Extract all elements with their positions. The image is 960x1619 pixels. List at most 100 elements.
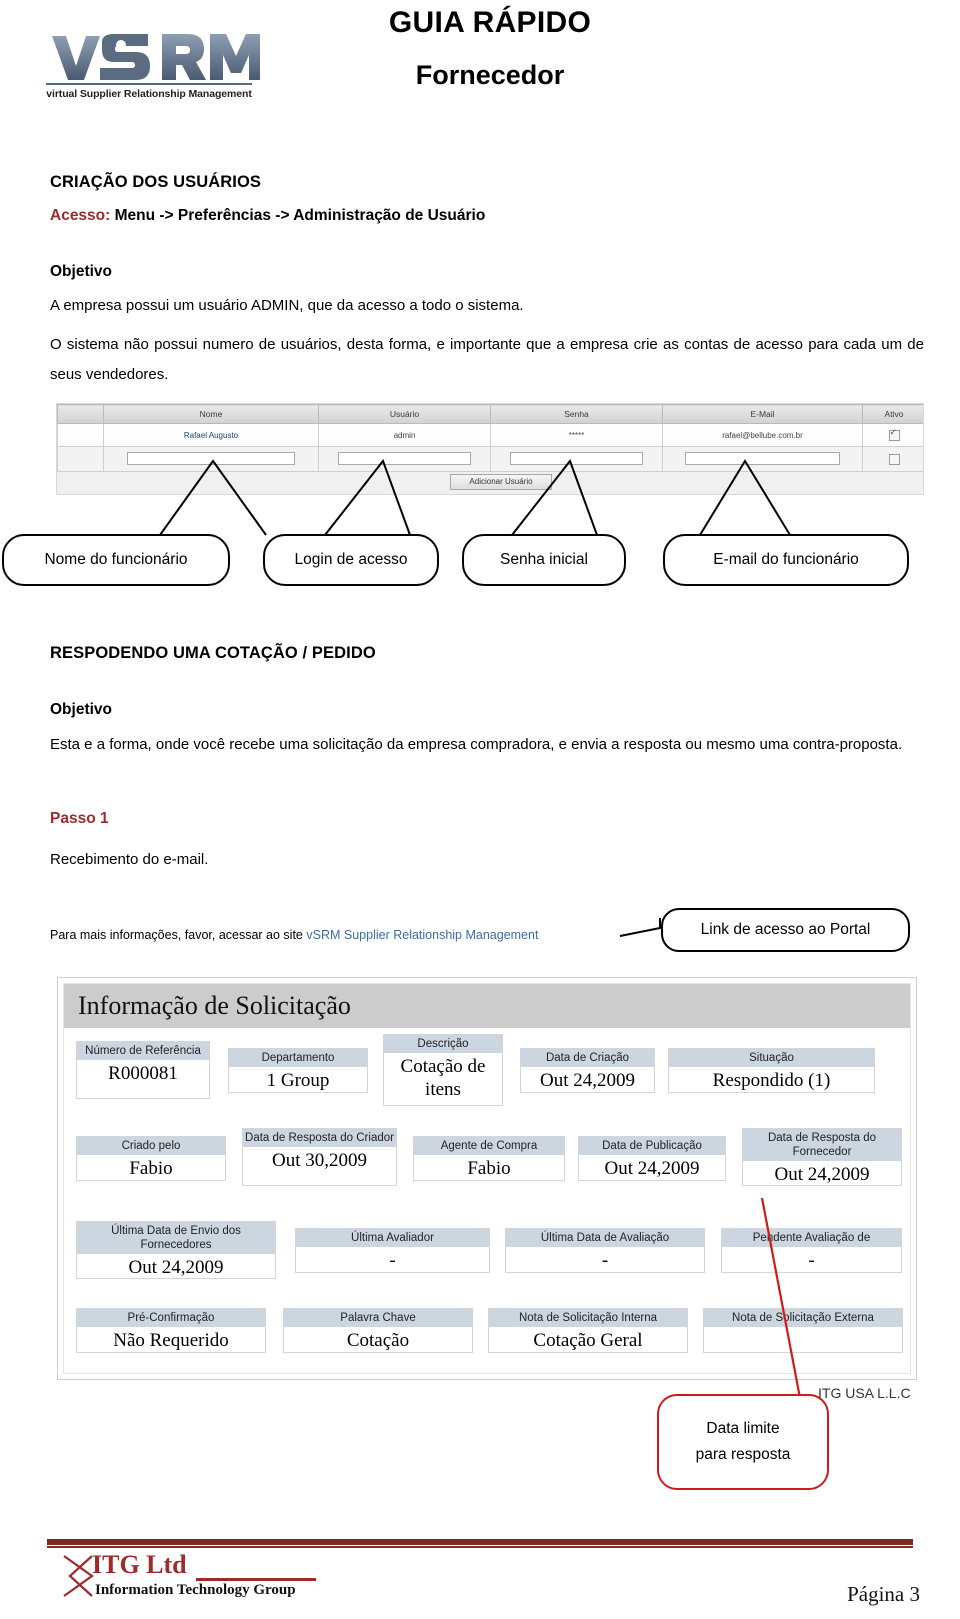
callout-nome-label: Nome do funcionário [44,551,188,568]
field-criado-pelo-value: Fabio [129,1158,173,1179]
cell-ativo[interactable] [862,423,923,447]
col-email: E-Mail [662,404,863,424]
panel-title: Informação de Solicitação [64,984,910,1028]
user-admin-screenshot: Nome Usuário Senha E-Mail Ativo Rafael A… [56,403,924,495]
document-title: GUIA RÁPIDO [388,6,592,39]
input-nome-cell[interactable] [103,446,319,472]
email-input[interactable] [684,451,841,465]
field-palavra-chave: Palavra Chave Cotação [283,1308,473,1353]
input-ativo-cell[interactable] [862,446,923,472]
field-data-resposta-criador: Data de Resposta do Criador Out 30,2009 [242,1128,397,1186]
field-pre-confirmacao-value: Não Requerido [113,1330,229,1351]
field-palavra-chave-label: Palavra Chave [284,1309,472,1327]
solicitacao-panel: Informação de Solicitação Número de Refe… [57,977,917,1380]
watermark-itg-usa: ITG USA L.L.C [818,1385,911,1401]
field-ultima-data-envio: Última Data de Envio dos Fornecedores Ou… [76,1221,276,1279]
step-label: Passo 1 [50,810,109,827]
section1-paragraph-1: A empresa possui um usuário ADMIN, que d… [50,297,524,314]
nome-input[interactable] [127,451,295,465]
document-subtitle: Fornecedor [415,60,565,90]
field-data-publicacao-label: Data de Publicação [579,1137,725,1155]
field-ultima-avaliador-label: Última Avaliador [296,1229,489,1247]
add-user-button[interactable]: Adicionar Usuário [450,474,552,490]
callout-nome-funcionario: Nome do funcionário [2,534,230,586]
objective-label-1: Objetivo [50,263,113,280]
email-info-line: Para mais informações, favor, acessar ao… [50,928,538,942]
table-header-row: Nome Usuário Senha E-Mail Ativo [57,404,923,424]
callout-senha-inicial: Senha inicial [462,534,626,586]
callout-login-label: Login de acesso [294,551,408,568]
field-numero-referencia-label: Número de Referência [77,1042,209,1060]
field-numero-referencia-value: R000081 [108,1063,178,1084]
usuario-input[interactable] [337,451,472,465]
field-data-criacao-label: Data de Criação [521,1049,654,1067]
callout-senha-label: Senha inicial [500,551,588,568]
document-page: virtual Supplier Relationship Management… [0,0,960,1619]
callout-login-acesso: Login de acesso [263,534,439,586]
input-email-cell[interactable] [662,446,863,472]
field-agente-compra-value: Fabio [467,1158,511,1179]
callout-link-portal: Link de acesso ao Portal [661,908,910,952]
field-data-resposta-criador-value: Out 30,2009 [272,1150,367,1171]
callout-email-funcionario: E-mail do funcionário [663,534,909,586]
field-data-criacao-value: Out 24,2009 [540,1070,635,1091]
footer-rule-thin [47,1546,913,1548]
callout-data-limite-line2: para resposta [695,1446,791,1463]
section-heading-criacao: CRIAÇÃO DOS USUÁRIOS [50,173,262,191]
col-ativo: Ativo [862,404,923,424]
field-data-resposta-fornecedor-label: Data de Resposta do Fornecedor [743,1129,901,1161]
row-selector-cell[interactable] [57,423,104,447]
field-situacao-label: Situação [669,1049,874,1067]
objective-label-2: Objetivo [50,701,113,718]
vsrm-logo: virtual Supplier Relationship Management [38,22,260,108]
input-usuario-cell[interactable] [318,446,491,472]
senha-input[interactable] [509,451,644,465]
callout-email-label: E-mail do funcionário [713,551,859,568]
field-palavra-chave-value: Cotação [346,1330,410,1351]
field-numero-referencia: Número de Referência R000081 [76,1041,210,1099]
new-user-input-row[interactable] [57,446,923,472]
field-departamento-value: 1 Group [266,1070,330,1091]
section-heading-respondendo: RESPODENDO UMA COTAÇÃO / PEDIDO [50,644,376,662]
field-nota-solicitacao-externa-value [704,1327,902,1329]
field-nota-solicitacao-interna: Nota de Solicitação Interna Cotação Gera… [488,1308,688,1353]
footer-company-subtitle: Information Technology Group [95,1582,296,1598]
ativo-checkbox-checked[interactable] [888,427,900,441]
field-data-publicacao: Data de Publicação Out 24,2009 [578,1136,726,1181]
field-ultima-data-envio-value: Out 24,2009 [128,1257,224,1278]
portal-link[interactable]: vSRM Supplier Relationship Management [306,928,538,942]
field-nota-solicitacao-externa-label: Nota de Solicitação Externa [704,1309,902,1327]
cell-email: rafael@bellube.com.br [662,423,863,447]
field-data-resposta-fornecedor-value: Out 24,2009 [774,1164,870,1185]
field-data-resposta-fornecedor: Data de Resposta do Fornecedor Out 24,20… [742,1128,902,1186]
access-path: Menu -> Preferências -> Administração de… [114,207,486,224]
field-departamento: Departamento 1 Group [228,1048,368,1093]
user-table: Nome Usuário Senha E-Mail Ativo Rafael A… [57,404,923,472]
step-text: Recebimento do e-mail. [50,851,209,868]
col-nome: Nome [103,404,319,424]
field-nota-solicitacao-interna-value: Cotação Geral [533,1330,643,1351]
footer-page-number: Página 3 [847,1582,920,1606]
col-usuario: Usuário [318,404,491,424]
col-blank [57,404,104,424]
field-descricao-label: Descrição [384,1035,502,1053]
field-ultima-avaliador-value: - [389,1250,396,1271]
field-criado-pelo: Criado pelo Fabio [76,1136,226,1181]
col-senha: Senha [490,404,663,424]
field-data-resposta-criador-label: Data de Resposta do Criador [243,1129,396,1147]
footer-company-name: ITG Ltd [92,1550,187,1579]
field-agente-compra-label: Agente de Compra [414,1137,564,1155]
field-pendente-avaliacao: Pendente Avaliação de - [721,1228,902,1273]
field-pendente-avaliacao-label: Pendente Avaliação de [722,1229,901,1247]
input-senha-cell[interactable] [490,446,663,472]
cell-nome[interactable]: Rafael Augusto [103,423,319,447]
field-situacao: Situação Respondido (1) [668,1048,875,1093]
table-row[interactable]: Rafael Augusto admin ***** rafael@bellub… [57,423,923,447]
section1-paragraph-2: O sistema não possui numero de usuários,… [50,336,924,383]
field-descricao: Descrição Cotação de itens [383,1034,503,1106]
field-nota-solicitacao-externa: Nota de Solicitação Externa [703,1308,903,1353]
section2-paragraph-1: Esta e a forma, onde você recebe uma sol… [50,736,903,753]
footer-company-underline [196,1578,316,1581]
ativo-checkbox[interactable] [888,453,900,465]
callout-link-portal-label: Link de acesso ao Portal [700,921,871,938]
